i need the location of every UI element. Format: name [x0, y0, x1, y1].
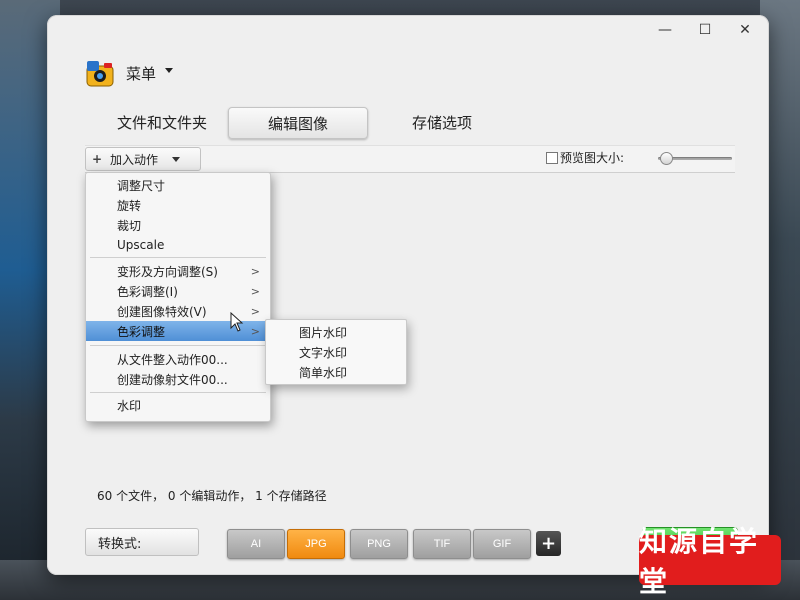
- menu-item-watermark[interactable]: 水印: [86, 395, 270, 415]
- plus-icon: +: [92, 152, 103, 166]
- submenu-item-simple-watermark[interactable]: 简单水印: [299, 362, 347, 382]
- preview-size-label: 预览图大小:: [560, 151, 625, 165]
- menu-item-crop[interactable]: 裁切: [86, 215, 270, 235]
- submenu-item-text-watermark[interactable]: 文字水印: [299, 342, 347, 362]
- minimize-button[interactable]: —: [655, 21, 675, 39]
- maximize-button[interactable]: ☐: [695, 21, 715, 39]
- preview-size-slider-thumb[interactable]: [660, 152, 673, 165]
- chevron-right-icon: >: [250, 304, 260, 318]
- chevron-right-icon: >: [250, 324, 260, 338]
- app-logo-icon[interactable]: [85, 58, 115, 88]
- close-button[interactable]: ✕: [735, 21, 755, 39]
- app-window: — ☐ ✕ 菜单 文件和文件夹 编辑图像 存储选项 + 加入动作 预览图大小: …: [47, 15, 769, 575]
- chevron-down-icon: [172, 156, 181, 162]
- menu-item-color-adjust-i[interactable]: 色彩调整(I) >: [86, 281, 270, 301]
- menu-item-upscale[interactable]: Upscale: [86, 235, 270, 255]
- add-action-dropdown: 调整尺寸 旋转 裁切 Upscale 变形及方向调整(S) > 色彩调整(I) > …: [85, 172, 271, 422]
- watermark-badge: 知源自学堂: [639, 525, 781, 598]
- menu-item-resize[interactable]: 调整尺寸: [86, 175, 270, 195]
- tab-save-options[interactable]: 存储选项: [392, 107, 492, 137]
- format-ai-button[interactable]: AI: [227, 529, 285, 559]
- menu-divider: [90, 392, 266, 393]
- chevron-right-icon: >: [250, 264, 260, 278]
- mouse-cursor-icon: [230, 312, 244, 332]
- format-gif-button[interactable]: GIF: [473, 529, 531, 559]
- window-controls: — ☐ ✕: [655, 21, 755, 39]
- chevron-right-icon: >: [250, 284, 260, 298]
- menu-divider: [90, 257, 266, 258]
- menu-divider: [90, 345, 266, 346]
- menu-item-transform[interactable]: 变形及方向调整(S) >: [86, 261, 270, 281]
- convert-format-button[interactable]: 转换式:: [85, 528, 199, 556]
- color-adjust-submenu: 图片水印 文字水印 简单水印: [265, 319, 407, 385]
- menu-item-rotate[interactable]: 旋转: [86, 195, 270, 215]
- menu-item-create-action-file[interactable]: 创建动像射文件00...: [86, 369, 270, 389]
- menu-item-load-actions[interactable]: 从文件整入动作00...: [86, 349, 270, 369]
- menu-title[interactable]: 菜单: [126, 63, 156, 84]
- chevron-down-icon[interactable]: [165, 68, 173, 73]
- format-tif-button[interactable]: TIF: [413, 529, 471, 559]
- tab-files-and-folders[interactable]: 文件和文件夹: [102, 107, 222, 137]
- tab-edit-images[interactable]: 编辑图像: [228, 107, 368, 139]
- preview-size-checkbox[interactable]: [546, 152, 558, 164]
- add-action-button[interactable]: + 加入动作: [85, 147, 201, 171]
- status-text: 60 个文件， 0 个编辑动作， 1 个存储路径: [97, 489, 327, 503]
- add-format-button[interactable]: +: [536, 531, 561, 556]
- format-png-button[interactable]: PNG: [350, 529, 408, 559]
- submenu-item-image-watermark[interactable]: 图片水印: [299, 322, 347, 342]
- format-jpg-button[interactable]: JPG: [287, 529, 345, 559]
- add-action-label: 加入动作: [110, 152, 159, 167]
